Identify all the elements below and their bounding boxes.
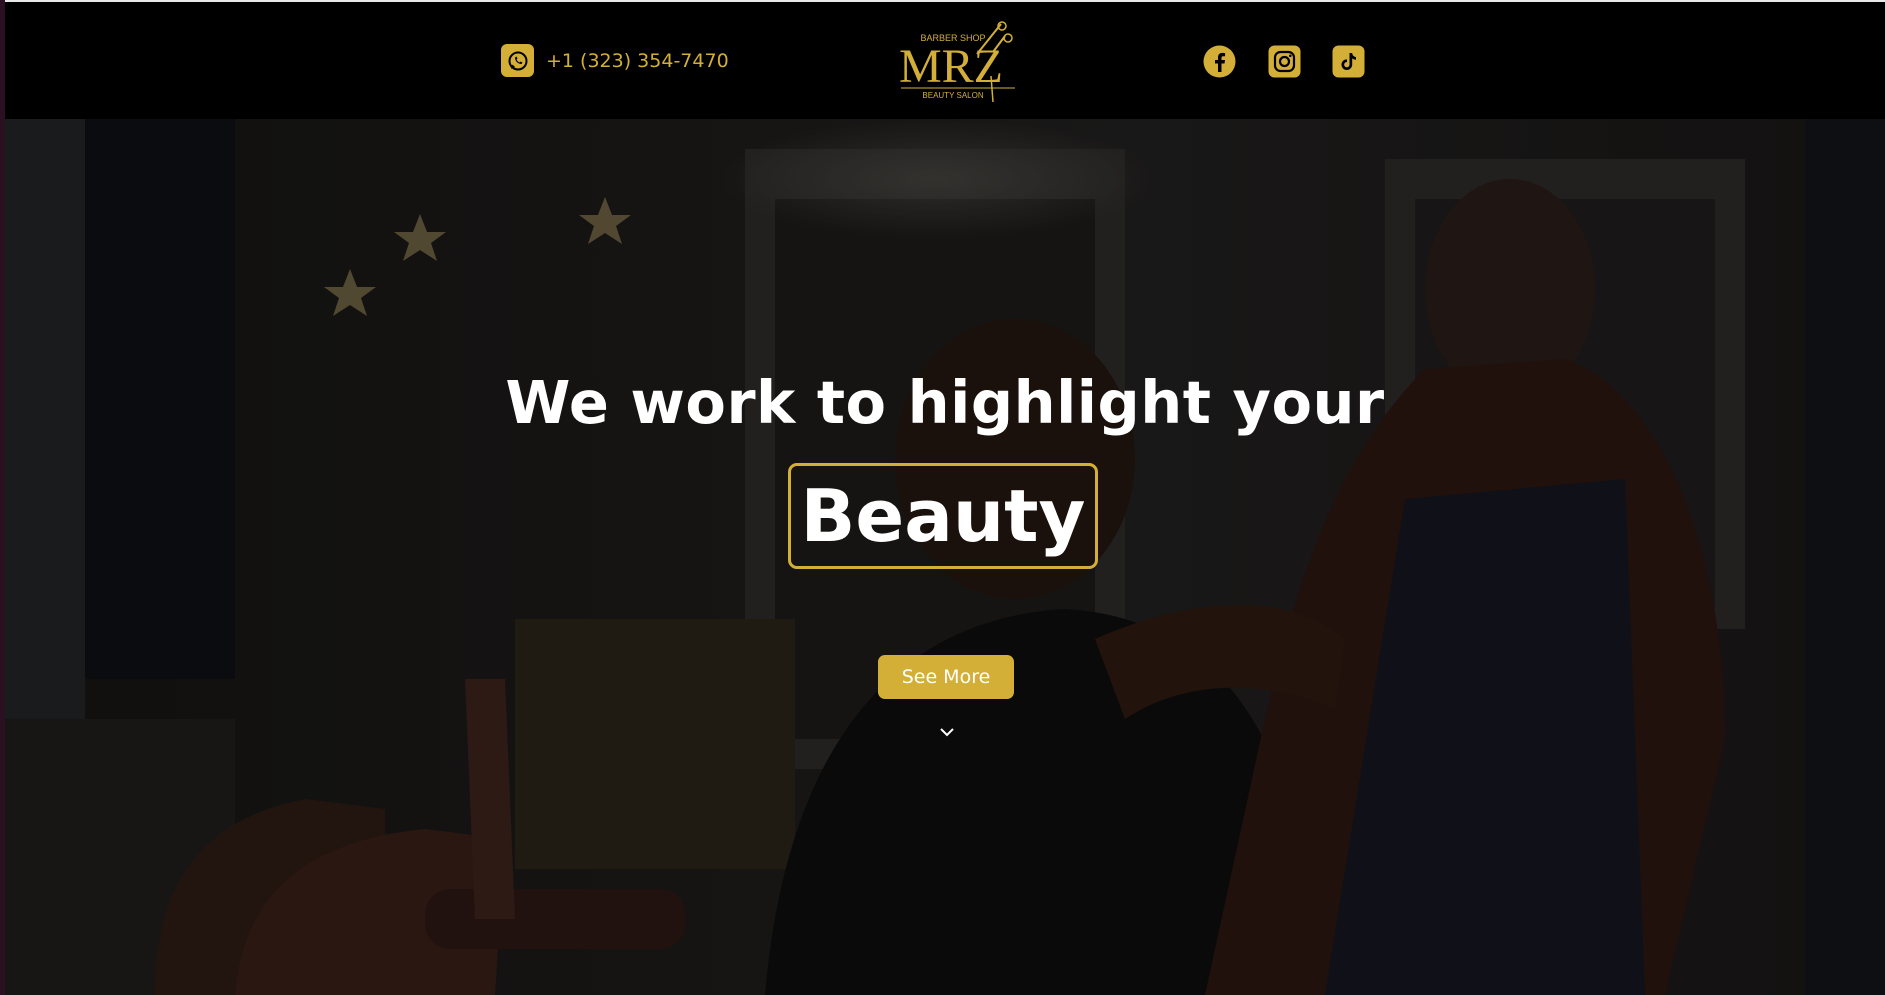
site-header: +1 (323) 354-7470 BARBER SHOP MRZ BEAUTY… xyxy=(5,2,1885,119)
hero-highlight-box: Beauty xyxy=(788,463,1098,569)
tiktok-icon[interactable] xyxy=(1332,45,1365,78)
logo-tagline-bottom: BEAUTY SALON xyxy=(922,91,983,100)
hero-highlight-word: Beauty xyxy=(800,474,1086,558)
page: +1 (323) 354-7470 BARBER SHOP MRZ BEAUTY… xyxy=(5,0,1885,995)
phone-number: +1 (323) 354-7470 xyxy=(546,49,729,72)
whatsapp-contact-link[interactable]: +1 (323) 354-7470 xyxy=(501,44,729,77)
whatsapp-icon xyxy=(501,44,534,77)
hero-section: We work to highlight your Beauty See Mor… xyxy=(5,119,1885,995)
brand-logo[interactable]: BARBER SHOP MRZ BEAUTY SALON xyxy=(895,16,1025,106)
facebook-icon[interactable] xyxy=(1203,45,1236,78)
see-more-button[interactable]: See More xyxy=(878,655,1014,699)
instagram-icon[interactable] xyxy=(1268,45,1301,78)
chevron-down-icon[interactable] xyxy=(937,722,957,742)
logo-wordmark: MRZ xyxy=(899,40,1003,93)
hero-title: We work to highlight your xyxy=(505,368,1385,437)
